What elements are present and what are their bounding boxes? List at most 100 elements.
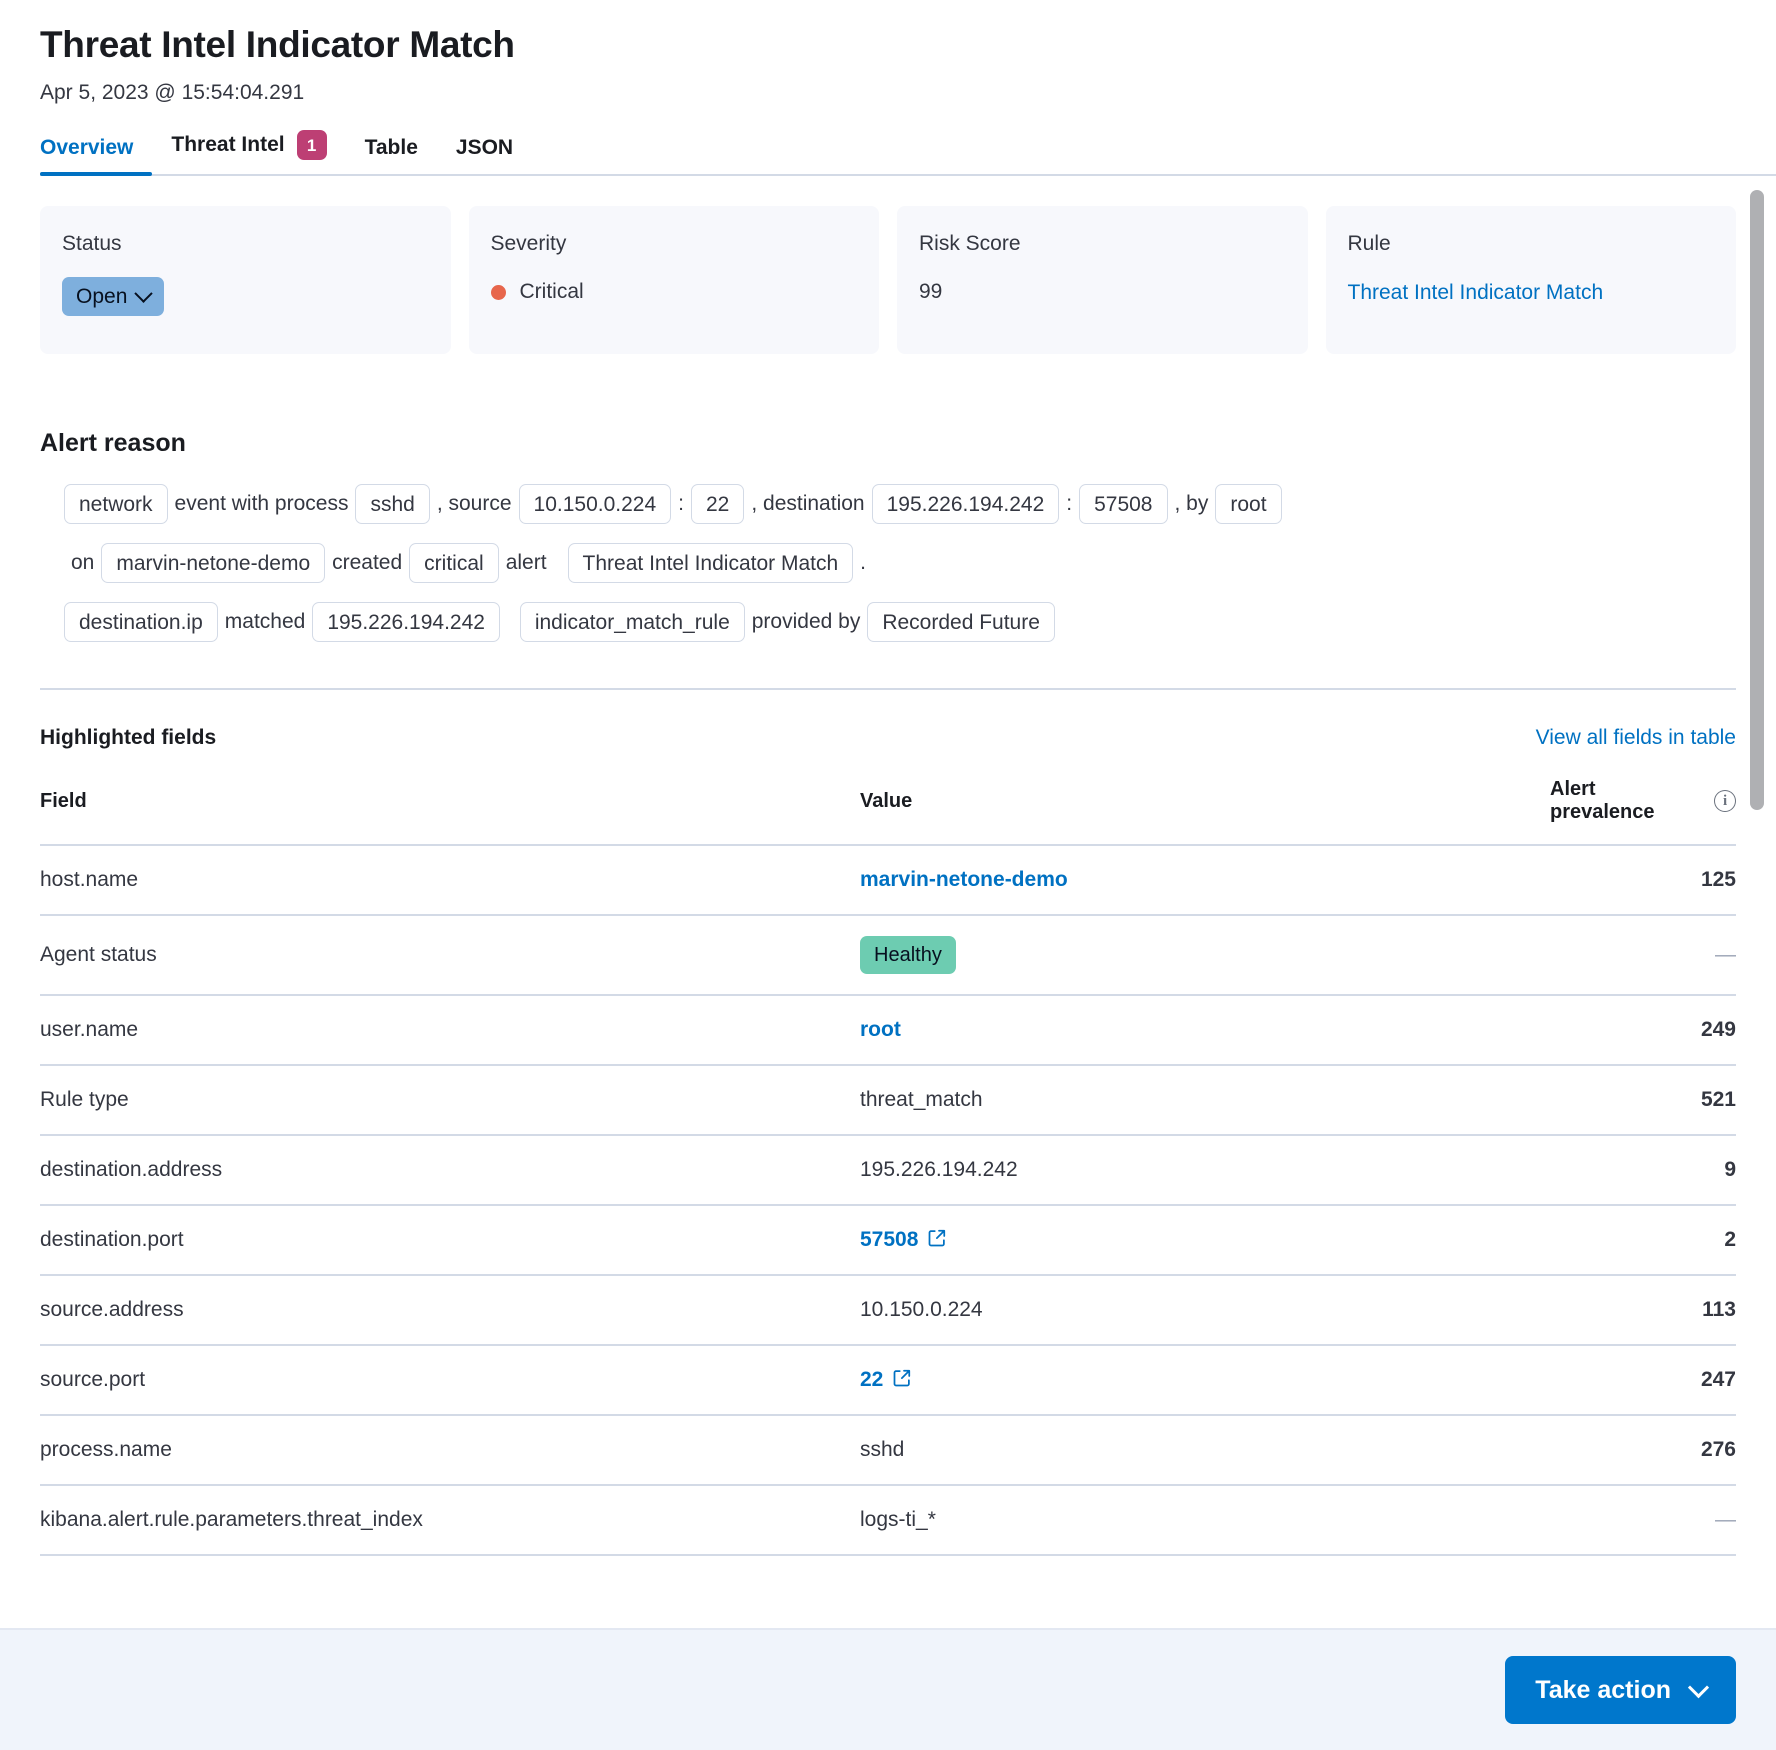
rule-name-link[interactable]: Threat Intel Indicator Match — [1348, 277, 1715, 309]
field-name-cell: source.port — [40, 1345, 860, 1416]
reason-spacer-1 — [500, 607, 520, 637]
external-link-icon[interactable] — [883, 1368, 912, 1391]
chip-matched-value[interactable]: 195.226.194.242 — [312, 602, 500, 642]
tab-bar: Overview Threat Intel 1 Table JSON — [40, 130, 1776, 176]
external-link-icon[interactable] — [918, 1228, 947, 1251]
field-value-text: threat_match — [860, 1088, 983, 1111]
chip-source-address[interactable]: 10.150.0.224 — [518, 484, 672, 524]
section-divider — [40, 688, 1736, 690]
prevalence-empty: — — [1550, 915, 1736, 996]
chip-provider[interactable]: Recorded Future — [867, 602, 1055, 642]
status-card-label: Status — [62, 232, 122, 255]
table-row: destination.address 195.226.194.242 9 — [40, 1135, 1736, 1206]
field-value-text: logs-ti_* — [860, 1508, 936, 1531]
field-value-text: sshd — [860, 1438, 905, 1461]
table-row: Agent status Healthy — — [40, 915, 1736, 996]
field-name-cell: process.name — [40, 1415, 860, 1486]
status-dropdown[interactable]: Open — [62, 277, 165, 317]
table-row: Rule type threat_match 521 — [40, 1065, 1736, 1136]
field-value-link[interactable]: 22 — [860, 1368, 883, 1391]
risk-score-card-value: 99 — [919, 280, 943, 303]
prevalence-count[interactable]: 249 — [1550, 995, 1736, 1066]
tab-threat-intel[interactable]: Threat Intel 1 — [152, 130, 345, 176]
alert-reason-line-3: destination.ip matched 195.226.194.242 i… — [64, 602, 1712, 642]
field-value-text: 10.150.0.224 — [860, 1298, 983, 1321]
prevalence-count[interactable]: 521 — [1550, 1065, 1736, 1136]
prevalence-count[interactable]: 125 — [1550, 845, 1736, 916]
risk-score-card-label: Risk Score — [919, 232, 1021, 255]
chip-user-name[interactable]: root — [1215, 484, 1282, 524]
reason-text-7: on — [71, 551, 95, 574]
column-header-prevalence-label: Alert prevalence — [1550, 778, 1655, 823]
prevalence-count[interactable]: 276 — [1550, 1415, 1736, 1486]
tab-table[interactable]: Table — [346, 136, 437, 176]
view-all-fields-link[interactable]: View all fields in table — [1536, 726, 1736, 750]
chip-severity[interactable]: critical — [409, 543, 499, 583]
field-value-text: 195.226.194.242 — [860, 1158, 1018, 1181]
table-row: source.port 22 247 — [40, 1345, 1736, 1416]
field-value-link[interactable]: 57508 — [860, 1228, 918, 1251]
scrollbar-thumb[interactable] — [1750, 190, 1764, 810]
severity-card-value: Critical — [490, 277, 858, 307]
field-value-cell: threat_match — [860, 1065, 1550, 1136]
chip-event-category[interactable]: network — [64, 484, 168, 524]
tab-json-label: JSON — [455, 136, 514, 159]
chip-source-port[interactable]: 22 — [690, 484, 745, 524]
chevron-down-icon — [1687, 1676, 1710, 1698]
chevron-down-icon — [134, 284, 154, 303]
tab-json[interactable]: JSON — [437, 136, 532, 176]
reason-text-11: matched — [224, 610, 306, 633]
risk-score-card: Risk Score 99 — [897, 206, 1308, 354]
take-action-button[interactable]: Take action — [1505, 1656, 1736, 1724]
prevalence-empty: — — [1550, 1485, 1736, 1556]
prevalence-count[interactable]: 113 — [1550, 1275, 1736, 1346]
reason-text-3: : — [678, 492, 684, 515]
field-value-cell: logs-ti_* — [860, 1485, 1550, 1556]
chip-destination-port[interactable]: 57508 — [1079, 484, 1168, 524]
info-icon[interactable]: i — [1714, 790, 1736, 812]
prevalence-count[interactable]: 9 — [1550, 1135, 1736, 1206]
tab-threat-intel-badge: 1 — [296, 130, 327, 160]
field-value-cell: root — [860, 995, 1550, 1066]
table-row: process.name sshd 276 — [40, 1415, 1736, 1486]
alert-reason-line-1: network event with process sshd , source… — [64, 484, 1712, 524]
reason-text-10: . — [860, 551, 867, 574]
highlighted-fields-table: Field Value Alert prevalence i host.name… — [40, 778, 1736, 1556]
chip-process-name[interactable]: sshd — [355, 484, 430, 524]
alert-reason-heading: Alert reason — [40, 429, 186, 457]
status-card-value: Open — [62, 277, 429, 317]
table-row: source.address 10.150.0.224 113 — [40, 1275, 1736, 1346]
table-body: host.name marvin-netone-demo 125 Agent stat… — [40, 845, 1736, 1556]
chip-destination-address[interactable]: 195.226.194.242 — [871, 484, 1060, 524]
field-name-cell: user.name — [40, 995, 860, 1066]
status-card: Status Open — [40, 206, 451, 354]
prevalence-count[interactable]: 247 — [1550, 1345, 1736, 1416]
field-name-cell: destination.address — [40, 1135, 860, 1206]
table-row: user.name root 249 — [40, 995, 1736, 1066]
rule-card-value: Threat Intel Indicator Match — [1348, 277, 1715, 309]
chip-host-name[interactable]: marvin-netone-demo — [101, 543, 326, 583]
column-header-value: Value — [860, 778, 1550, 846]
tab-table-label: Table — [364, 136, 418, 159]
field-name-cell: host.name — [40, 845, 860, 916]
severity-card: Severity Critical — [468, 206, 879, 354]
table-header: Field Value Alert prevalence i — [40, 778, 1736, 846]
severity-card-label: Severity — [490, 232, 567, 255]
vertical-scrollbar[interactable] — [1750, 190, 1764, 1628]
column-header-prevalence: Alert prevalence i — [1550, 778, 1736, 846]
chip-indicator-match-rule[interactable]: indicator_match_rule — [519, 602, 745, 642]
field-value-cell: marvin-netone-demo — [860, 845, 1550, 916]
summary-cards: Status Open Severity Critical Risk Score… — [40, 206, 1736, 354]
highlighted-fields-title: Highlighted fields — [40, 726, 217, 749]
table-row: host.name marvin-netone-demo 125 — [40, 845, 1736, 916]
tab-threat-intel-label: Threat Intel — [171, 133, 285, 156]
field-value-link[interactable]: marvin-netone-demo — [860, 868, 1068, 891]
alert-reason-body: network event with process sshd , source… — [40, 484, 1736, 642]
tab-overview[interactable]: Overview — [40, 136, 153, 176]
prevalence-count[interactable]: 2 — [1550, 1205, 1736, 1276]
field-value-link[interactable]: root — [860, 1018, 901, 1041]
chip-rule-name[interactable]: Threat Intel Indicator Match — [567, 543, 854, 583]
chip-matched-field[interactable]: destination.ip — [64, 602, 218, 642]
reason-text-9: alert — [505, 551, 547, 574]
field-name-cell: source.address — [40, 1275, 860, 1346]
